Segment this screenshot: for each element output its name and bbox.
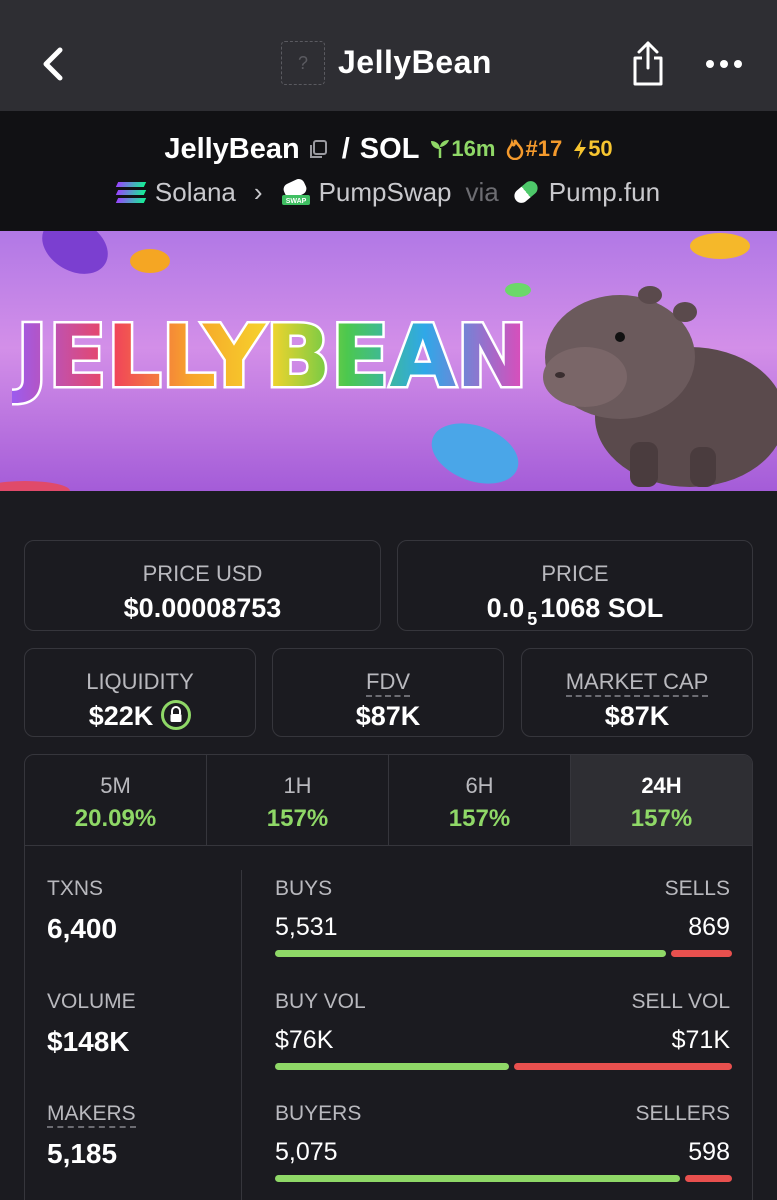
tab-label: 1H (283, 773, 312, 798)
tab-5m[interactable]: 5M 20.09% (25, 755, 207, 845)
volume-label: VOLUME (47, 990, 136, 1013)
launchpad-name[interactable]: Pump.fun (549, 177, 660, 208)
tab-change: 20.09% (74, 805, 157, 832)
age-badge: 16m (429, 136, 495, 162)
top-bar: ? JellyBean (0, 0, 777, 111)
price-native-zero-count: 5 (527, 609, 538, 629)
token-logo-placeholder: ? (281, 41, 325, 85)
price-native-digits: 1068 SOL (540, 593, 664, 623)
sells-bar (671, 950, 732, 957)
banner-title: JELLYBEAN (12, 305, 531, 410)
market-cap-label[interactable]: MARKET CAP (565, 669, 709, 697)
fdv-card: FDV $87K (272, 648, 504, 737)
boost-value: 50 (588, 136, 613, 161)
pygmy-hippo-image (543, 286, 777, 487)
price-native-card[interactable]: PRICE 0.0 5 1068 SOL (397, 540, 753, 631)
buyers-bar (275, 1175, 680, 1182)
pair-info-bar (0, 111, 777, 231)
jellybean-decoration (423, 412, 527, 491)
sprout-icon (431, 140, 450, 158)
age-value: 16m (451, 136, 496, 161)
market-cap-card: MARKET CAP $87K (521, 648, 753, 737)
makers-value: 5,185 (47, 1138, 118, 1169)
makers-label[interactable]: MAKERS (47, 1102, 136, 1128)
tab-change: 157% (630, 805, 693, 832)
lightning-icon (574, 139, 587, 159)
sell-vol-value: $71K (671, 1026, 730, 1054)
trending-rank-value: #17 (525, 136, 563, 161)
liquidity-value-row: $22K (25, 699, 255, 733)
pumpfun-icon (511, 178, 541, 206)
svg-text:JELLYBEAN: JELLYBEAN (12, 307, 528, 407)
via-text: via (465, 176, 499, 207)
stats-divider (241, 870, 242, 1200)
txns-label: TXNS (47, 877, 104, 900)
sell-vol-label: SELL VOL (631, 990, 730, 1013)
tab-label: 5M (100, 773, 131, 798)
txns-value: 6,400 (47, 913, 118, 944)
sellers-value: 598 (688, 1138, 730, 1166)
market-cap-value: $87K (604, 701, 670, 731)
fdv-value: $87K (355, 701, 421, 731)
back-arrow-icon[interactable] (36, 44, 72, 84)
tab-change: 157% (266, 805, 329, 832)
jellybean-decoration (130, 249, 170, 273)
trade-stats-panel: TXNS 6,400 BUYS SELLS 5,531 869 VOLUME $… (24, 846, 753, 1200)
pair-separator: / (341, 132, 350, 165)
lock-icon[interactable] (161, 699, 192, 730)
buys-label: BUYS (275, 877, 333, 900)
tab-6h[interactable]: 6H 157% (389, 755, 571, 845)
jellybean-decoration (690, 233, 750, 259)
fdv-label[interactable]: FDV (366, 669, 410, 697)
chevron-right-icon: › (253, 176, 263, 207)
route-line: Solana › SWAP PumpSwap via Pump.fun (0, 174, 777, 210)
more-options-icon[interactable] (704, 58, 744, 70)
buyers-value: 5,075 (275, 1138, 338, 1166)
sells-value: 869 (688, 913, 730, 941)
buys-value: 5,531 (275, 913, 338, 941)
liquidity-label: LIQUIDITY (86, 669, 194, 694)
flame-icon (507, 138, 524, 160)
svg-text:SWAP: SWAP (285, 198, 306, 205)
price-usd-label: PRICE USD (142, 561, 263, 586)
tab-1h[interactable]: 1H 157% (207, 755, 389, 845)
sells-label: SELLS (664, 877, 730, 900)
tab-24h[interactable]: 24H 157% (571, 755, 752, 845)
volume-value: $148K (47, 1026, 130, 1057)
page-title: JellyBean (338, 44, 492, 80)
tab-change: 157% (448, 805, 511, 832)
price-usd-card: PRICE USD $0.00008753 (24, 540, 381, 631)
timeframe-tabs: 5M 20.09% 1H 157% 6H 157% 24H 157% (24, 754, 753, 846)
price-native-label: PRICE (541, 561, 609, 586)
price-native-value: 0.0 5 1068 SOL (398, 593, 752, 629)
quote-token-name: SOL (359, 132, 420, 165)
sell-vol-bar (514, 1063, 732, 1070)
liquidity-card: LIQUIDITY $22K (24, 648, 256, 737)
dex-name[interactable]: PumpSwap (319, 177, 452, 208)
sellers-label: SELLERS (635, 1102, 730, 1125)
liquidity-value: $22K (88, 701, 154, 731)
price-native-prefix: 0.0 (486, 593, 525, 623)
jellybean-decoration (0, 481, 70, 491)
buys-bar (275, 950, 666, 957)
jellybean-decoration (32, 231, 118, 286)
share-icon[interactable] (630, 40, 666, 88)
tab-label: 24H (641, 773, 682, 798)
buy-vol-bar (275, 1063, 509, 1070)
copy-icon[interactable] (308, 139, 328, 159)
trending-rank-badge: #17 (505, 136, 562, 162)
buy-vol-value: $76K (275, 1026, 334, 1054)
solana-icon (115, 181, 147, 203)
tab-label: 6H (465, 773, 494, 798)
token-banner-image: JELLYBEAN (0, 231, 777, 491)
price-usd-value: $0.00008753 (123, 593, 282, 623)
boost-badge: 50 (572, 136, 613, 162)
base-token-name: JellyBean (164, 132, 300, 165)
pair-line: JellyBean / SOL 16m #17 50 (0, 131, 777, 167)
buy-vol-label: BUY VOL (275, 990, 366, 1013)
sellers-bar (685, 1175, 732, 1182)
chain-name[interactable]: Solana (155, 177, 236, 208)
buyers-label: BUYERS (275, 1102, 362, 1125)
pumpswap-icon: SWAP (281, 179, 310, 205)
